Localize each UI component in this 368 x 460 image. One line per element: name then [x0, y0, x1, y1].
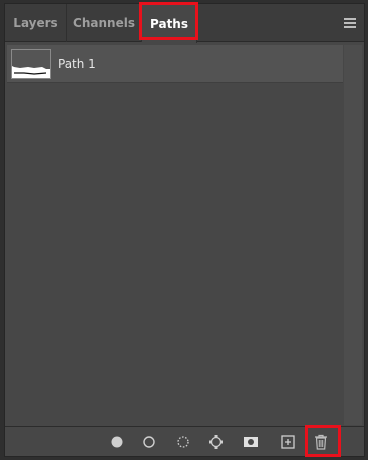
path-row[interactable]: Path 1: [7, 45, 343, 83]
add-mask-icon[interactable]: [243, 434, 259, 450]
panel-menu-icon[interactable]: [344, 18, 356, 28]
paths-list: Path 1: [7, 45, 343, 425]
delete-path-icon[interactable]: [313, 434, 329, 450]
panel-footer: [5, 426, 364, 456]
make-work-path-icon[interactable]: [208, 434, 224, 450]
path-thumbnail: [11, 48, 51, 79]
create-new-path-icon[interactable]: [280, 434, 296, 450]
tab-layers[interactable]: Layers: [5, 4, 67, 42]
tab-bar: Layers Channels Paths: [5, 4, 364, 43]
tab-paths[interactable]: Paths: [142, 4, 197, 43]
tab-channels[interactable]: Channels: [67, 4, 142, 42]
fill-path-icon[interactable]: [109, 434, 125, 450]
path-name: Path 1: [58, 56, 96, 71]
scrollbar[interactable]: [344, 45, 362, 425]
stroke-path-icon[interactable]: [141, 434, 157, 450]
load-path-as-selection-icon[interactable]: [175, 434, 191, 450]
paths-panel: Layers Channels Paths Path 1: [4, 3, 365, 457]
